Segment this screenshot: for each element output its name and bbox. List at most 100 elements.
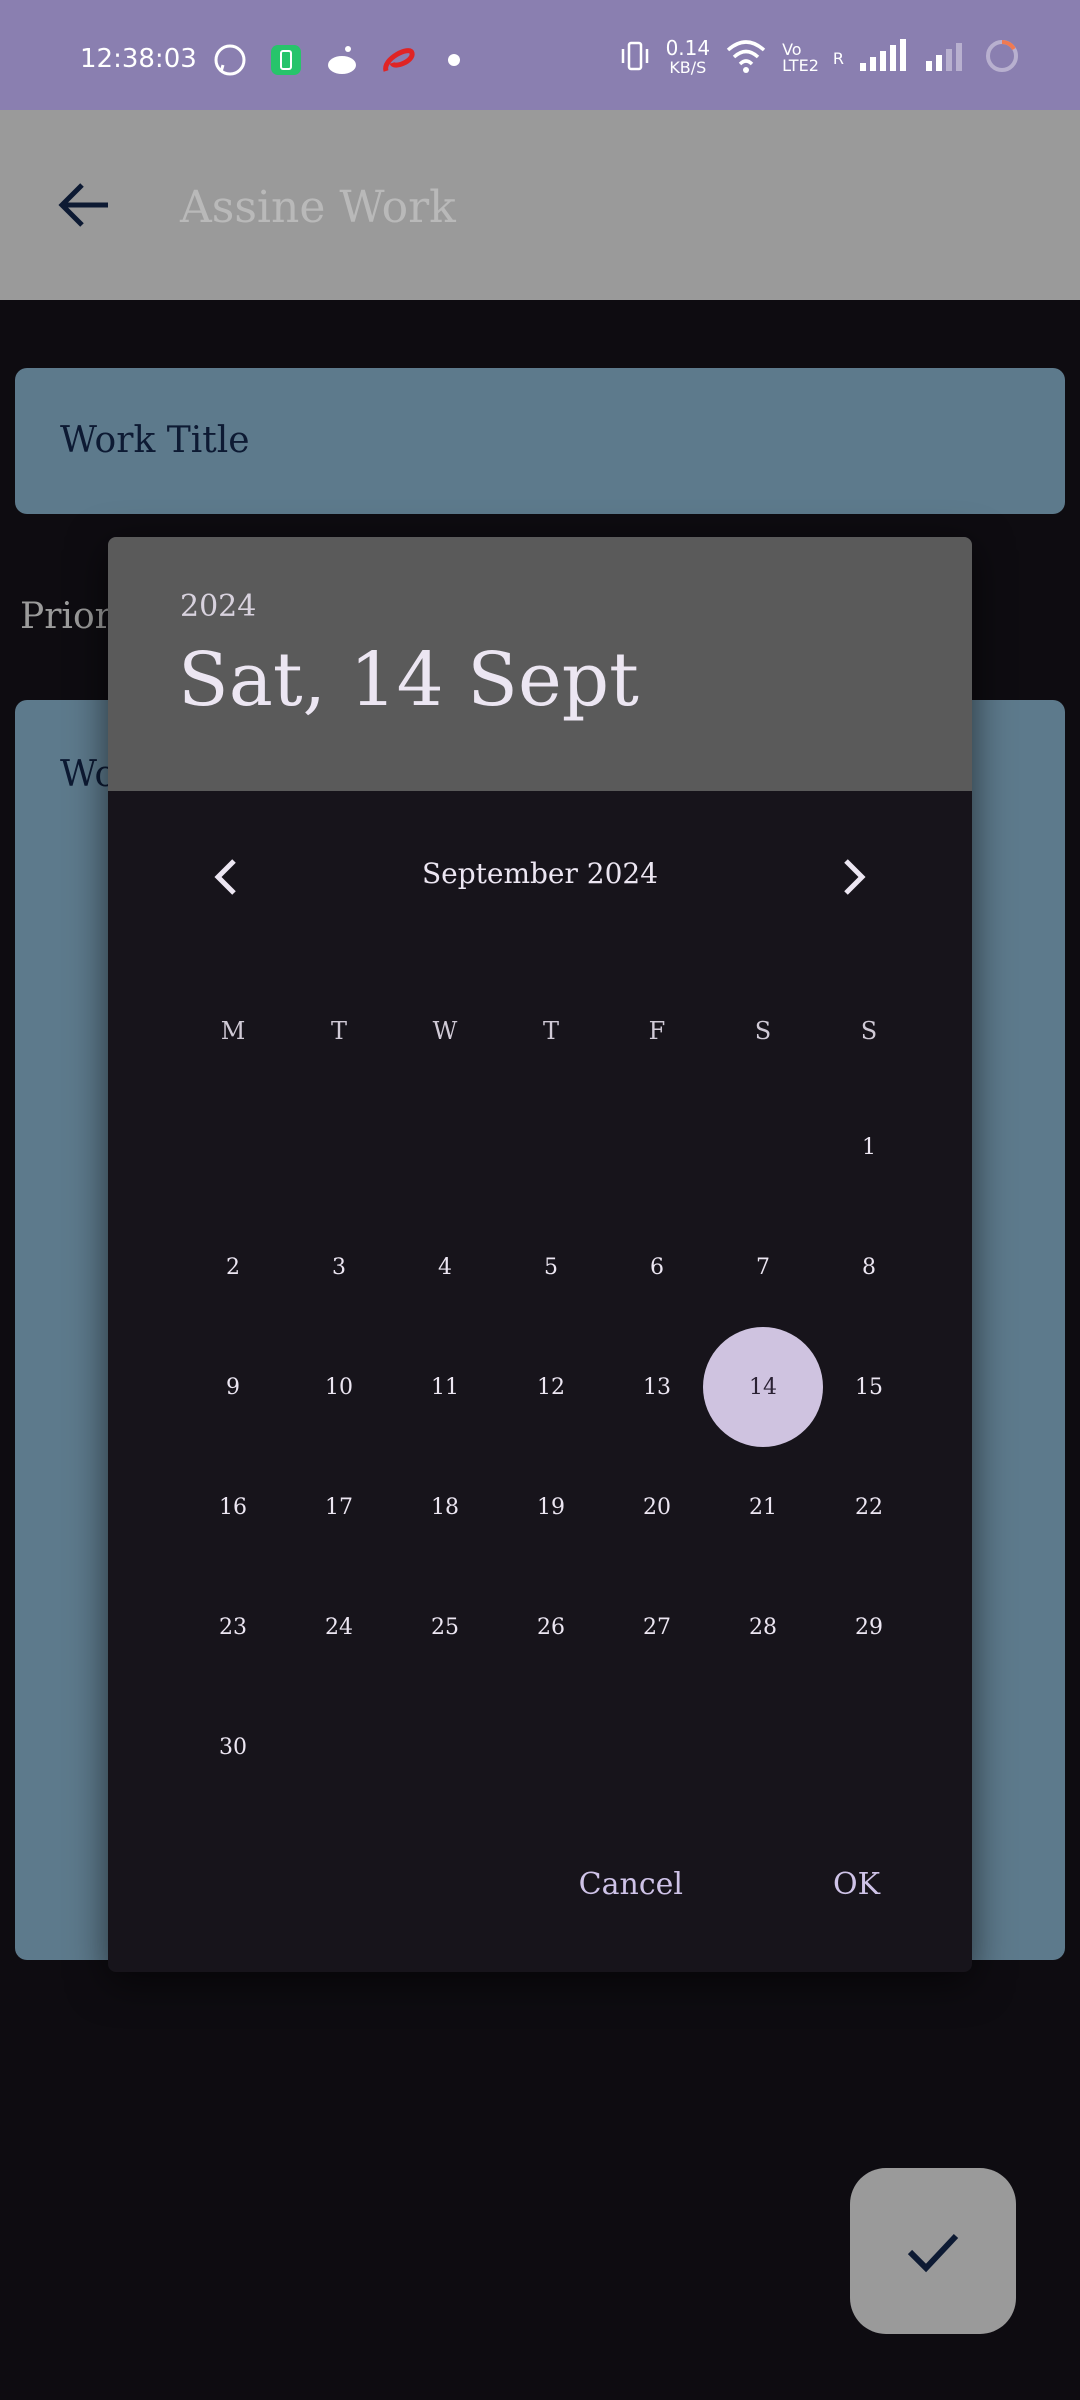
calendar-day-number: 30 [219,1734,247,1760]
calendar-day[interactable]: 21 [710,1447,816,1567]
work-title-field[interactable]: Work Title [15,368,1065,514]
calendar-day-number: 10 [325,1374,353,1400]
weekday-label: M [220,1017,246,1045]
calendar-empty-cell [498,1087,604,1207]
calendar-day-number: 29 [855,1614,883,1640]
calendar-day-number: 27 [643,1614,671,1640]
calendar-day[interactable]: 29 [816,1567,922,1687]
weekday-label: F [648,1017,666,1045]
calendar-day[interactable]: 22 [816,1447,922,1567]
calendar-day[interactable]: 27 [604,1567,710,1687]
calendar-day[interactable]: 4 [392,1207,498,1327]
reddit-icon [322,40,362,80]
speed-value: 0.14 [665,36,711,60]
volte-indicator: Vo LTE2 [782,42,819,74]
system-icons: 0.14 KB/S Vo LTE2 R [618,38,1020,78]
header-year[interactable]: 2024 [180,589,256,624]
calendar-day-number: 2 [226,1254,240,1280]
calendar-day[interactable]: 25 [392,1567,498,1687]
dialog-actions: Cancel OK [579,1867,880,1902]
calendar-empty-cell [604,1087,710,1207]
calendar-day-number: 22 [855,1494,883,1520]
month-navigation: September 2024 [108,837,972,917]
whatsapp-icon [210,40,250,80]
signal-icon [858,39,910,77]
calendar-day-number: 18 [431,1494,459,1520]
calendar-day[interactable]: 13 [604,1327,710,1447]
weekday-label: S [860,1017,878,1045]
calendar-day-number: 8 [862,1254,876,1280]
next-month-button[interactable] [824,849,880,905]
submit-fab-button[interactable] [850,2168,1016,2334]
weekday-label: W [432,1017,458,1045]
calendar-day[interactable]: 10 [286,1327,392,1447]
signal-2-icon [924,39,970,77]
calendar-day[interactable]: 24 [286,1567,392,1687]
calendar-day-number: 25 [431,1614,459,1640]
priority-label: Prior [20,596,112,637]
ok-button[interactable]: OK [833,1867,880,1902]
notification-icons [210,40,474,80]
calendar-empty-cell [392,1087,498,1207]
calendar-empty-cell [180,1087,286,1207]
calendar-day[interactable]: 1 [816,1087,922,1207]
calendar-week-row: 23 24 25 26 27 28 29 [180,1567,922,1687]
calendar-day-number: 6 [650,1254,664,1280]
calendar-empty-cell [286,1087,392,1207]
calendar-day-number: 4 [438,1254,452,1280]
calendar-day[interactable]: 15 [816,1327,922,1447]
calendar-day[interactable]: 23 [180,1567,286,1687]
page-title: Assine Work [180,182,456,233]
back-button[interactable] [50,170,120,240]
calendar-day[interactable]: 18 [392,1447,498,1567]
calendar-day[interactable]: 28 [710,1567,816,1687]
date-picker-dialog: 2024 Sat, 14 Sept September 2024 M T W T… [108,537,972,1972]
cancel-button[interactable]: Cancel [579,1867,683,1902]
dot-icon [434,40,474,80]
work-title-label: Work Title [60,420,250,461]
calendar-day-selected[interactable]: 14 [710,1327,816,1447]
header-selected-date: Sat, 14 Sept [178,637,639,723]
calendar-empty-cell [710,1087,816,1207]
calendar-empty-cell [604,1687,710,1807]
calendar-day-number: 5 [544,1254,558,1280]
calendar-day-number: 1 [862,1134,876,1160]
calendar-day[interactable]: 20 [604,1447,710,1567]
calendar-day[interactable]: 16 [180,1447,286,1567]
calendar-day[interactable]: 2 [180,1207,286,1327]
calendar-empty-cell [392,1687,498,1807]
calendar-day-number: 7 [756,1254,770,1280]
calendar-day[interactable]: 5 [498,1207,604,1327]
calendar-empty-cell [498,1687,604,1807]
calendar-day[interactable]: 6 [604,1207,710,1327]
calendar-empty-cell [710,1687,816,1807]
calendar-day[interactable]: 8 [816,1207,922,1327]
calendar-day-number: 15 [855,1374,883,1400]
calendar-day[interactable]: 19 [498,1447,604,1567]
vibrate-icon [618,39,652,77]
airtel-icon [378,40,418,80]
calendar-day-number: 14 [749,1374,777,1400]
calendar-day[interactable]: 7 [710,1207,816,1327]
calendar-week-row: 16 17 18 19 20 21 22 [180,1447,922,1567]
calendar-day-number: 9 [226,1374,240,1400]
weekday-label: T [542,1017,559,1045]
calendar-day[interactable]: 30 [180,1687,286,1807]
calendar-day[interactable]: 12 [498,1327,604,1447]
calendar-day-number: 13 [643,1374,671,1400]
calendar-day-number: 23 [219,1614,247,1640]
calendar-empty-cell [816,1687,922,1807]
calendar-week-row: 2 3 4 5 6 7 8 [180,1207,922,1327]
calendar-day[interactable]: 17 [286,1447,392,1567]
calendar-day[interactable]: 11 [392,1327,498,1447]
calendar-week-row: 30 [180,1687,922,1807]
calendar-week-row: 1 [180,1087,922,1207]
calendar-day-number: 20 [643,1494,671,1520]
calendar-day-number: 3 [332,1254,346,1280]
calendar-grid: 1 2 3 4 5 6 7 8 9 10 11 12 13 14 15 16 17 18 19 20 21 22 23 24 2… [180,1087,922,1807]
calendar-day[interactable]: 9 [180,1327,286,1447]
loading-ring-icon [984,38,1020,78]
calendar-day[interactable]: 26 [498,1567,604,1687]
volte-bottom: LTE2 [782,56,819,75]
calendar-day[interactable]: 3 [286,1207,392,1327]
